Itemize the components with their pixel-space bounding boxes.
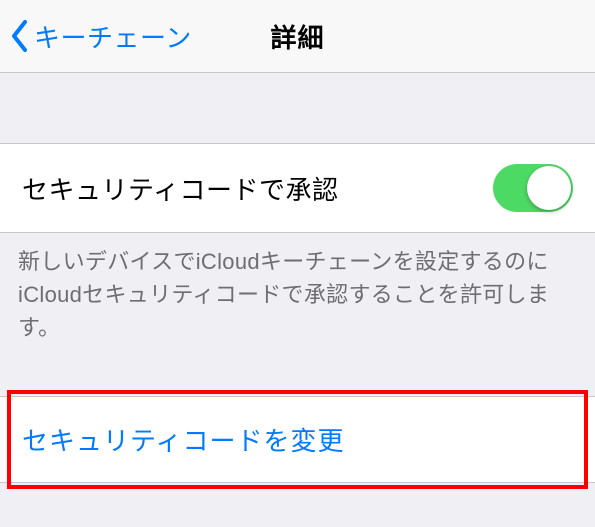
approve-toggle[interactable] bbox=[493, 164, 573, 212]
spacer bbox=[0, 73, 595, 143]
approve-with-code-row: セキュリティコードで承認 bbox=[0, 143, 595, 233]
toggle-knob bbox=[527, 166, 571, 210]
chevron-left-icon bbox=[10, 19, 30, 53]
approve-with-code-label: セキュリティコードで承認 bbox=[22, 170, 338, 207]
back-label: キーチェーン bbox=[34, 18, 192, 55]
change-security-code-label: セキュリティコードを変更 bbox=[22, 426, 344, 456]
back-button[interactable]: キーチェーン bbox=[10, 0, 192, 72]
approve-footer-text: 新しいデバイスでiCloudキーチェーンを設定するのにiCloudセキュリティコ… bbox=[0, 233, 595, 344]
navigation-bar: キーチェーン 詳細 bbox=[0, 0, 595, 73]
change-security-code-row[interactable]: セキュリティコードを変更 bbox=[0, 396, 595, 483]
